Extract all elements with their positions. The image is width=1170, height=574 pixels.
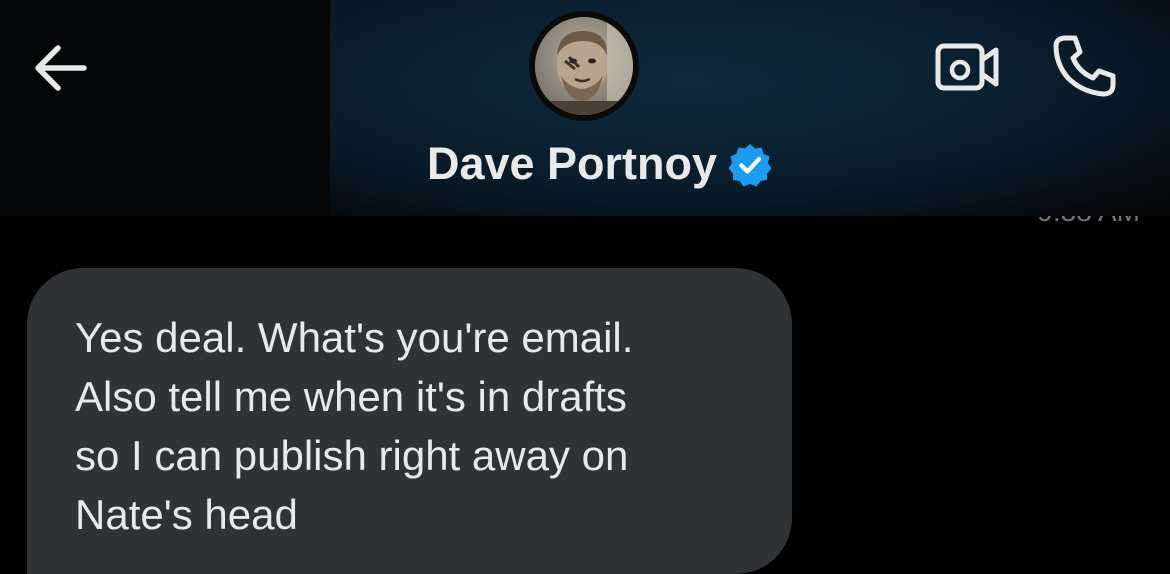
arrow-left-icon [35,45,87,91]
contact-name: Dave Portnoy [426,138,718,189]
contact-name-row[interactable]: Dave Portnoy [0,134,1170,194]
timestamp-clip: 9:38 AM [960,216,1160,228]
video-call-button[interactable] [930,38,1002,98]
video-call-icon [935,43,999,91]
message-text: Yes deal. What's you're email. Also tell… [75,314,634,538]
dm-conversation-screen: Dave Portnoy 9:38 AM Yes deal. What's yo… [0,0,1170,574]
avatar-image [535,17,633,115]
phone-call-icon [1053,35,1116,97]
back-button[interactable] [28,40,92,96]
conversation-header: Dave Portnoy [0,0,1170,216]
contact-avatar[interactable] [529,11,639,121]
phone-call-button[interactable] [1048,32,1122,100]
received-message-bubble[interactable]: Yes deal. What's you're email. Also tell… [27,268,792,574]
message-timestamp: 9:38 AM [1037,216,1140,228]
verified-badge-icon [728,144,772,187]
